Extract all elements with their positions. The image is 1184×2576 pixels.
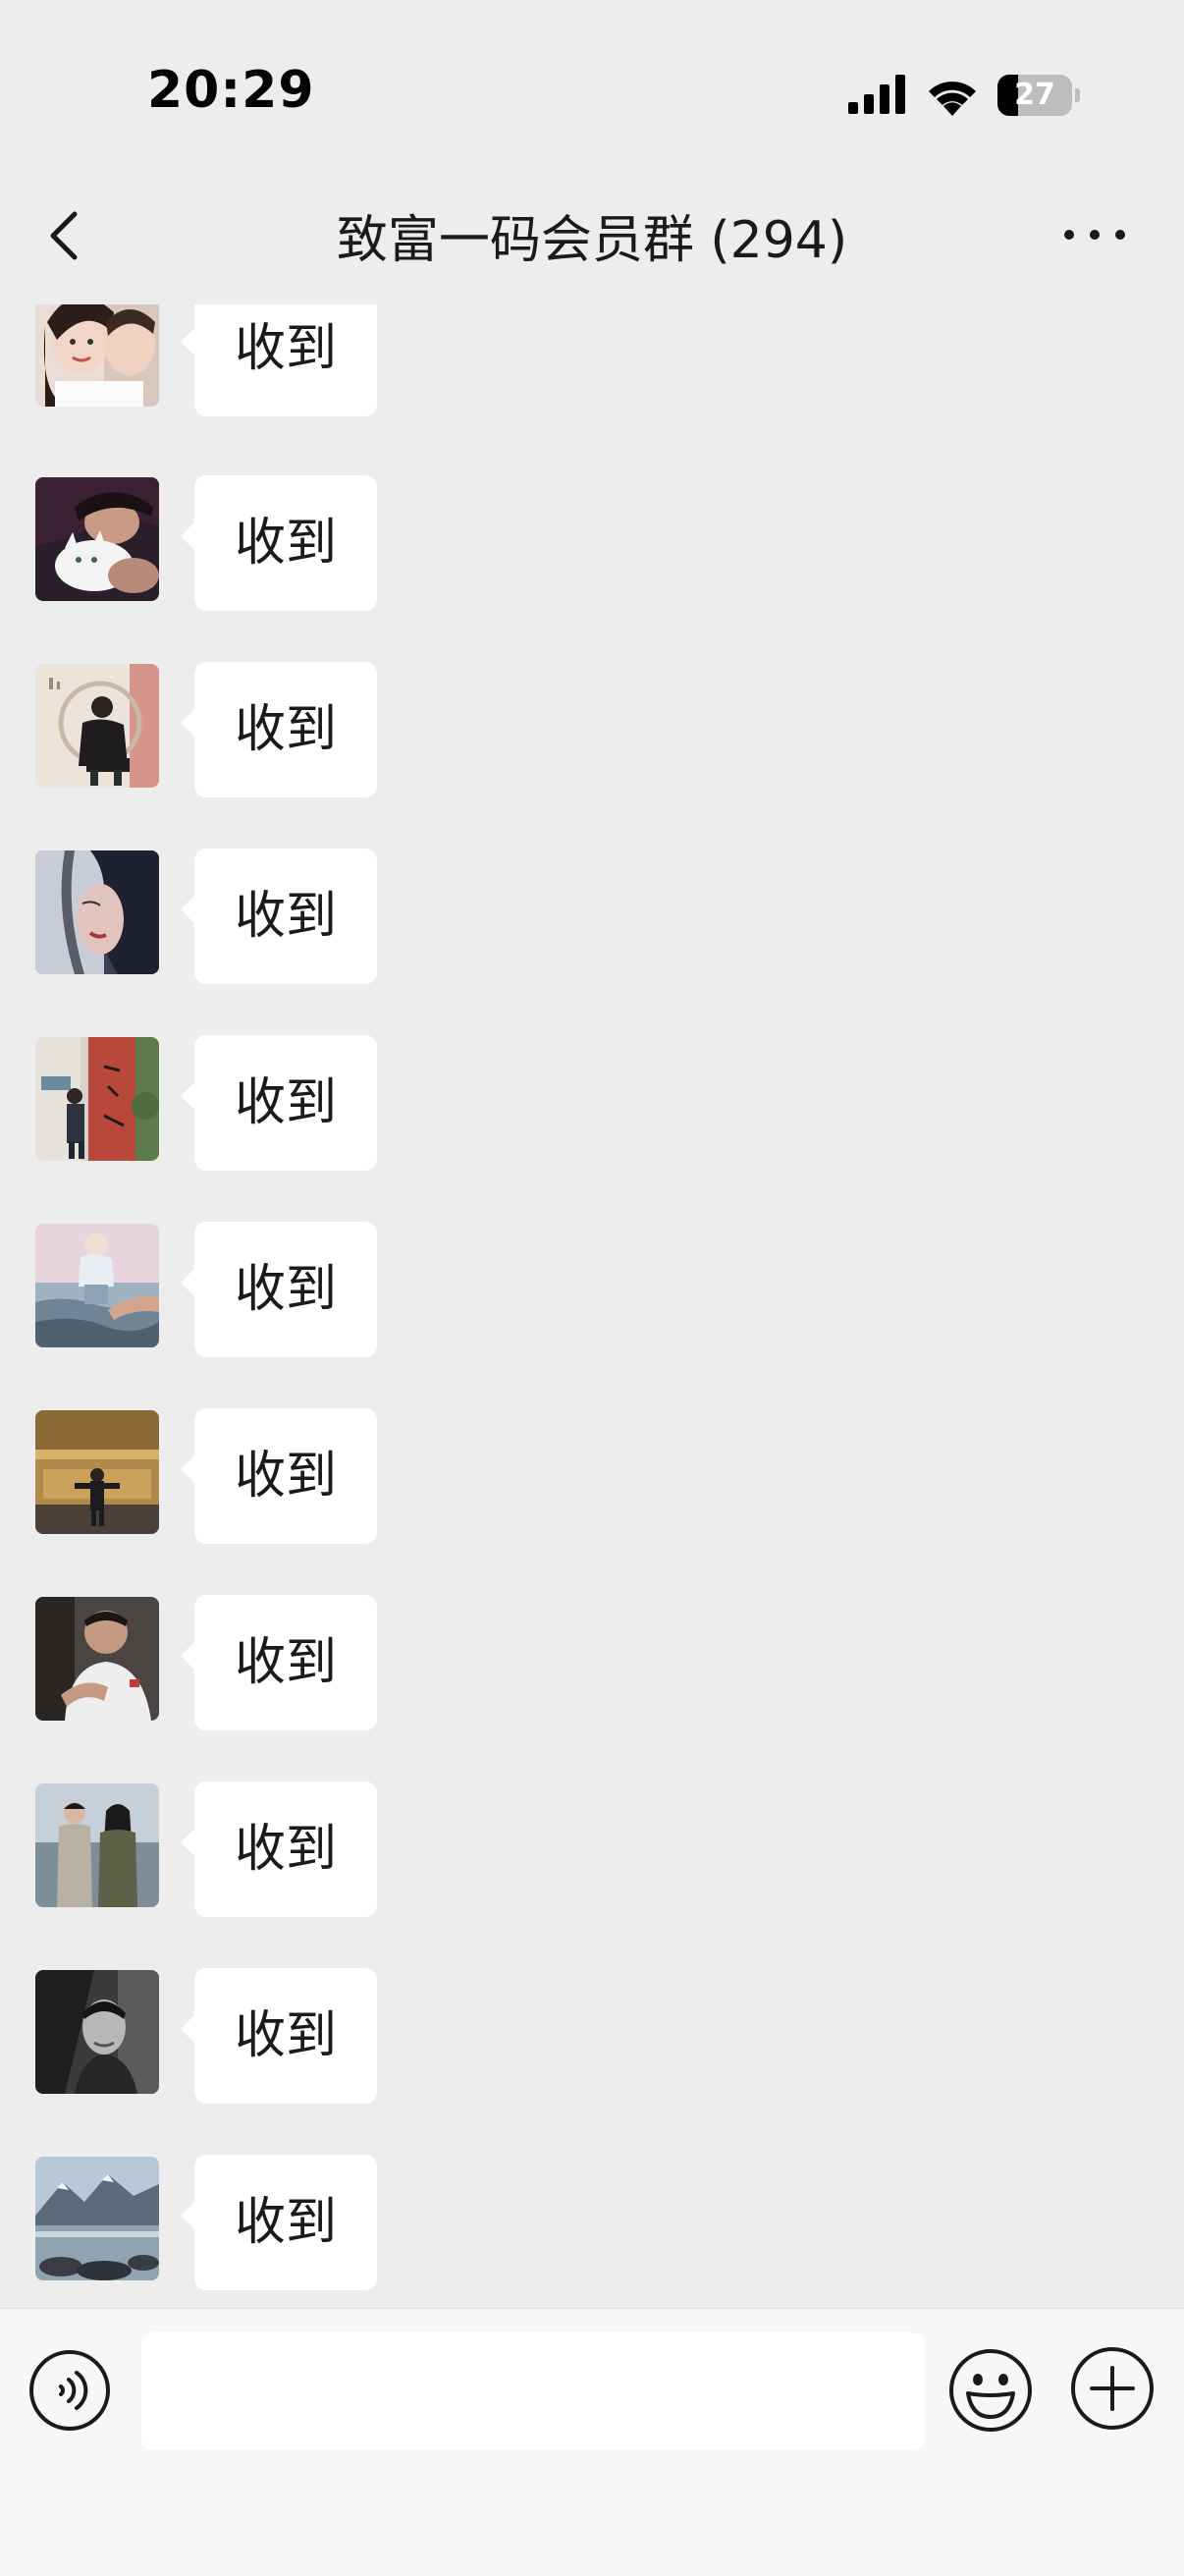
message-row: 收到 xyxy=(0,1781,1184,1921)
avatar[interactable] xyxy=(35,664,159,788)
message-input[interactable] xyxy=(141,2332,925,2450)
avatar[interactable] xyxy=(35,1597,159,1721)
emoji-icon[interactable] xyxy=(946,2346,1035,2435)
cellular-signal-icon xyxy=(848,75,905,114)
wifi-icon xyxy=(929,82,976,116)
avatar[interactable] xyxy=(35,850,159,974)
message-row: 收到 xyxy=(0,1595,1184,1734)
message-text: 收到 xyxy=(234,514,337,573)
battery-level: 27 xyxy=(1014,78,1055,112)
message-bubble[interactable]: 收到 xyxy=(181,849,377,984)
message-bubble[interactable]: 收到 xyxy=(181,662,377,797)
message-bubble[interactable]: 收到 xyxy=(181,1968,377,2104)
message-text: 收到 xyxy=(234,1073,337,1132)
avatar[interactable] xyxy=(35,1970,159,2094)
voice-icon[interactable] xyxy=(27,2348,112,2433)
battery-cap xyxy=(1075,88,1080,102)
message-text: 收到 xyxy=(234,700,337,759)
message-row: 收到 xyxy=(0,1035,1184,1175)
message-row: 收到 xyxy=(0,2155,1184,2294)
avatar[interactable] xyxy=(35,304,159,407)
message-text: 收到 xyxy=(234,1820,337,1879)
message-text: 收到 xyxy=(234,1633,337,1692)
status-time: 20:29 xyxy=(147,61,315,120)
message-bubble[interactable]: 收到 xyxy=(181,1222,377,1357)
chat-title[interactable]: 致富一码会员群 (294) xyxy=(196,198,988,272)
avatar[interactable] xyxy=(35,1783,159,1907)
message-bubble[interactable]: 收到 xyxy=(181,1595,377,1730)
message-text: 收到 xyxy=(234,887,337,946)
more-dots-icon[interactable] xyxy=(1060,210,1129,259)
avatar[interactable] xyxy=(35,1410,159,1534)
input-bar xyxy=(0,2308,1184,2576)
chat-message-list[interactable]: 收到 收到 收到 收到 收到 收到 收到 收到 收到 收到 收到 xyxy=(0,304,1184,2308)
message-row: 收到 xyxy=(0,1408,1184,1548)
message-bubble[interactable]: 收到 xyxy=(181,475,377,611)
message-row: 收到 xyxy=(0,662,1184,801)
message-row: 收到 xyxy=(0,304,1184,420)
avatar[interactable] xyxy=(35,2157,159,2280)
message-text: 收到 xyxy=(234,2193,337,2252)
message-row: 收到 xyxy=(0,849,1184,988)
message-row: 收到 xyxy=(0,475,1184,615)
message-bubble[interactable]: 收到 xyxy=(181,304,377,416)
status-bar: 20:29 27 xyxy=(0,0,1184,167)
plus-icon[interactable] xyxy=(1068,2344,1157,2433)
message-text: 收到 xyxy=(234,319,337,378)
chevron-left-icon[interactable] xyxy=(35,202,94,269)
avatar[interactable] xyxy=(35,1037,159,1161)
navigation-bar: 致富一码会员群 (294) xyxy=(0,167,1184,304)
message-text: 收到 xyxy=(234,2006,337,2065)
message-bubble[interactable]: 收到 xyxy=(181,2155,377,2290)
battery-icon: 27 xyxy=(997,75,1080,116)
message-bubble[interactable]: 收到 xyxy=(181,1408,377,1544)
message-bubble[interactable]: 收到 xyxy=(181,1781,377,1917)
message-text: 收到 xyxy=(234,1447,337,1506)
battery-body: 27 xyxy=(997,75,1072,116)
avatar[interactable] xyxy=(35,477,159,601)
avatar[interactable] xyxy=(35,1224,159,1347)
message-row: 收到 xyxy=(0,1968,1184,2108)
message-row: 收到 xyxy=(0,1222,1184,1361)
message-bubble[interactable]: 收到 xyxy=(181,1035,377,1171)
message-text: 收到 xyxy=(234,1260,337,1319)
